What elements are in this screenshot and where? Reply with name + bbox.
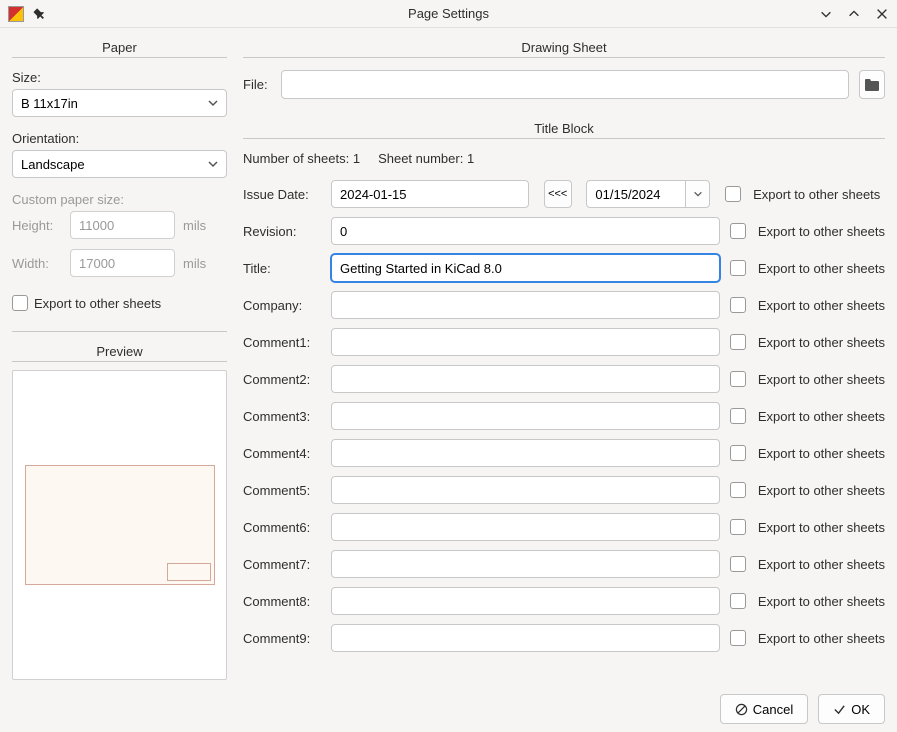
preview-sheet <box>25 465 215 585</box>
revision-label: Revision: <box>243 224 321 239</box>
issue-date-export-label: Export to other sheets <box>753 187 885 202</box>
minimize-icon[interactable] <box>819 7 833 21</box>
paper-section-header: Paper <box>12 36 227 58</box>
browse-button[interactable] <box>859 70 885 99</box>
window-title: Page Settings <box>408 6 489 21</box>
comment2-export-checkbox[interactable] <box>730 371 746 387</box>
title-label: Title: <box>243 261 321 276</box>
orientation-label: Orientation: <box>12 131 227 146</box>
sheet-number: Sheet number: 1 <box>378 151 474 166</box>
comment3-label: Comment3: <box>243 409 321 424</box>
paper-export-label: Export to other sheets <box>34 296 161 311</box>
file-input[interactable] <box>281 70 849 99</box>
comment2-label: Comment2: <box>243 372 321 387</box>
comment4-export-checkbox[interactable] <box>730 445 746 461</box>
titlebar: Page Settings <box>0 0 897 28</box>
maximize-icon[interactable] <box>847 7 861 21</box>
revision-export-checkbox[interactable] <box>730 223 746 239</box>
title-input[interactable] <box>331 254 720 282</box>
width-label: Width: <box>12 256 62 271</box>
comment4-export-label: Export to other sheets <box>758 446 885 461</box>
preview-section-header: Preview <box>12 340 227 362</box>
issue-date-export-checkbox[interactable] <box>725 186 741 202</box>
comment8-export-label: Export to other sheets <box>758 594 885 609</box>
comment5-label: Comment5: <box>243 483 321 498</box>
folder-icon <box>864 78 880 92</box>
comment4-label: Comment4: <box>243 446 321 461</box>
comment6-export-label: Export to other sheets <box>758 520 885 535</box>
revision-export-label: Export to other sheets <box>758 224 885 239</box>
comment2-input[interactable] <box>331 365 720 393</box>
comment5-input[interactable] <box>331 476 720 504</box>
title-export-checkbox[interactable] <box>730 260 746 276</box>
comment4-input[interactable] <box>331 439 720 467</box>
comment3-export-checkbox[interactable] <box>730 408 746 424</box>
comment1-export-checkbox[interactable] <box>730 334 746 350</box>
date-transfer-button[interactable]: <<< <box>544 180 572 208</box>
sheet-count: Number of sheets: 1 <box>243 151 360 166</box>
revision-input[interactable] <box>331 217 720 245</box>
company-input[interactable] <box>331 291 720 319</box>
comment3-export-label: Export to other sheets <box>758 409 885 424</box>
width-input <box>70 249 175 277</box>
file-label: File: <box>243 77 271 92</box>
company-export-checkbox[interactable] <box>730 297 746 313</box>
comment5-export-checkbox[interactable] <box>730 482 746 498</box>
comment1-export-label: Export to other sheets <box>758 335 885 350</box>
comment8-label: Comment8: <box>243 594 321 609</box>
comment8-input[interactable] <box>331 587 720 615</box>
comment3-input[interactable] <box>331 402 720 430</box>
comment9-export-checkbox[interactable] <box>730 630 746 646</box>
comment6-input[interactable] <box>331 513 720 541</box>
close-icon[interactable] <box>875 7 889 21</box>
comment7-label: Comment7: <box>243 557 321 572</box>
comment5-export-label: Export to other sheets <box>758 483 885 498</box>
cancel-button[interactable]: Cancel <box>720 694 808 724</box>
size-label: Size: <box>12 70 227 85</box>
chevron-down-icon <box>693 189 703 199</box>
date-picker-input[interactable] <box>586 180 686 208</box>
comment2-export-label: Export to other sheets <box>758 372 885 387</box>
title-block-header: Title Block <box>243 117 885 139</box>
issue-date-label: Issue Date: <box>243 187 321 202</box>
cancel-icon <box>735 703 748 716</box>
comment7-export-label: Export to other sheets <box>758 557 885 572</box>
comment9-input[interactable] <box>331 624 720 652</box>
comment9-label: Comment9: <box>243 631 321 646</box>
comment7-input[interactable] <box>331 550 720 578</box>
issue-date-input[interactable] <box>331 180 529 208</box>
pin-icon[interactable] <box>32 7 46 21</box>
check-icon <box>833 703 846 716</box>
height-label: Height: <box>12 218 62 233</box>
height-unit: mils <box>183 218 206 233</box>
comment6-label: Comment6: <box>243 520 321 535</box>
preview-box <box>12 370 227 680</box>
paper-export-checkbox[interactable] <box>12 295 28 311</box>
app-icon <box>8 6 24 22</box>
size-select[interactable]: B 11x17in <box>12 89 227 117</box>
comment6-export-checkbox[interactable] <box>730 519 746 535</box>
drawing-sheet-header: Drawing Sheet <box>243 36 885 58</box>
height-input <box>70 211 175 239</box>
orientation-select[interactable]: Landscape <box>12 150 227 178</box>
date-picker-button[interactable] <box>686 180 710 208</box>
company-export-label: Export to other sheets <box>758 298 885 313</box>
comment8-export-checkbox[interactable] <box>730 593 746 609</box>
company-label: Company: <box>243 298 321 313</box>
title-export-label: Export to other sheets <box>758 261 885 276</box>
comment9-export-label: Export to other sheets <box>758 631 885 646</box>
custom-size-label: Custom paper size: <box>12 192 227 207</box>
comment1-input[interactable] <box>331 328 720 356</box>
ok-button[interactable]: OK <box>818 694 885 724</box>
comment7-export-checkbox[interactable] <box>730 556 746 572</box>
comment1-label: Comment1: <box>243 335 321 350</box>
width-unit: mils <box>183 256 206 271</box>
